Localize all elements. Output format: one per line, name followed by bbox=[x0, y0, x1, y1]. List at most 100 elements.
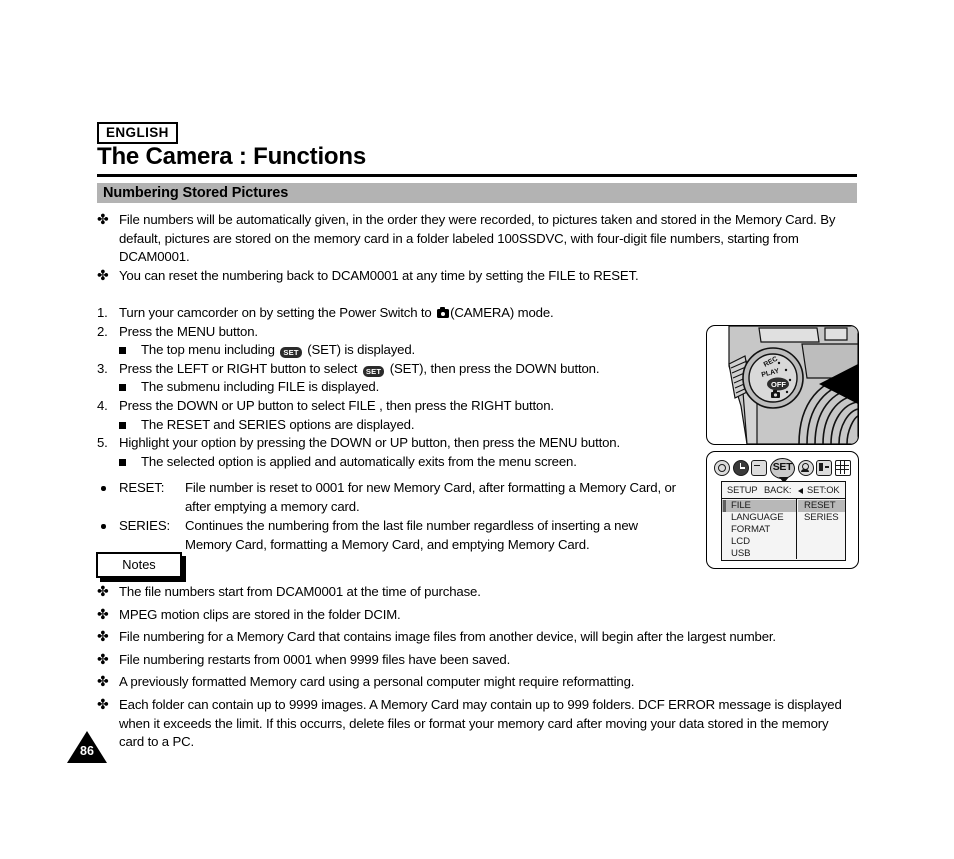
step-5: 5. Highlight your option by pressing the… bbox=[97, 434, 697, 453]
osd-header-divider bbox=[722, 498, 845, 500]
sub-text-after: (SET) is displayed. bbox=[303, 342, 416, 358]
title-rule bbox=[97, 174, 857, 177]
square-bullet-icon bbox=[119, 384, 126, 392]
set-icon: SET bbox=[280, 347, 302, 359]
option-reset: RESET: File number is reset to 0001 for n… bbox=[97, 479, 797, 516]
flower-bullet-icon: ✤ bbox=[97, 583, 109, 599]
self-timer-icon bbox=[732, 460, 749, 476]
step-number: 1. bbox=[97, 305, 108, 320]
step-text: Press the LEFT or RIGHT button to select… bbox=[119, 360, 600, 377]
steps-list: 1. Turn your camcorder on by setting the… bbox=[97, 304, 697, 471]
osd-menu-panel: SETUP BACK: SET:OK FILE LANGUAGE FORMAT … bbox=[721, 481, 846, 561]
note-item: ✤ A previously formatted Memory card usi… bbox=[97, 673, 857, 692]
user-settings-icon bbox=[797, 460, 814, 476]
osd-item-reset[interactable]: RESET bbox=[798, 500, 845, 512]
flower-bullet-icon: ✤ bbox=[97, 628, 109, 645]
osd-menu-title: SETUP bbox=[727, 485, 758, 495]
note-item: ✤ Each folder can contain up to 9999 ima… bbox=[97, 696, 857, 752]
language-badge: ENGLISH bbox=[97, 122, 178, 144]
step-2-sub: The top menu including SET (SET) is disp… bbox=[97, 341, 697, 360]
step-number: 4. bbox=[97, 397, 108, 413]
list-item: ✤ You can reset the numbering back to DC… bbox=[97, 267, 857, 286]
sub-text: The RESET and SERIES options are display… bbox=[141, 416, 415, 432]
step-text-after: (SET), then press the DOWN button. bbox=[386, 360, 600, 376]
sub-text-before: The top menu including bbox=[141, 342, 279, 358]
osd-menu-header: SETUP BACK: SET:OK bbox=[722, 482, 845, 498]
osd-item-lcd[interactable]: LCD bbox=[722, 536, 796, 548]
step-number: 5. bbox=[97, 435, 108, 451]
illustration-power-switch: REC PLAY OFF bbox=[706, 325, 859, 445]
sub-text: The submenu including FILE is displayed. bbox=[141, 379, 380, 395]
playback-icon bbox=[751, 460, 768, 476]
section-header-label: Numbering Stored Pictures bbox=[103, 185, 289, 201]
camera-icon bbox=[437, 306, 450, 318]
page-title: The Camera : Functions bbox=[97, 143, 366, 170]
step-4-sub: The RESET and SERIES options are display… bbox=[97, 416, 697, 435]
step-text: Turn your camcorder on by setting the Po… bbox=[119, 305, 554, 320]
list-item: ✤ File numbers will be automatically giv… bbox=[97, 211, 857, 267]
osd-item-usb[interactable]: USB bbox=[722, 548, 796, 560]
flower-bullet-icon: ✤ bbox=[97, 211, 109, 227]
flower-bullet-icon: ✤ bbox=[97, 605, 109, 622]
manual-page: ENGLISH The Camera : Functions Numbering… bbox=[0, 0, 954, 859]
note-item: ✤ File numbering for a Memory Card that … bbox=[97, 628, 857, 647]
option-series: SERIES: Continues the numbering from the … bbox=[97, 517, 797, 554]
osd-left-column: FILE LANGUAGE FORMAT LCD USB bbox=[722, 500, 796, 560]
square-bullet-icon bbox=[119, 347, 126, 355]
display-icon bbox=[816, 460, 833, 476]
dot-bullet-icon bbox=[101, 486, 106, 491]
step-text-before: Turn your camcorder on by setting the Po… bbox=[119, 305, 436, 320]
note-item: ✤ File numbering restarts from 0001 when… bbox=[97, 651, 857, 670]
note-text: Each folder can contain up to 9999 image… bbox=[119, 696, 842, 750]
note-text: File numbering restarts from 0001 when 9… bbox=[119, 651, 511, 667]
dot-bullet-icon bbox=[101, 524, 106, 529]
illustration-osd-menu: SET SETUP BACK: SET:OK FILE LANGUAGE FOR… bbox=[706, 451, 859, 569]
set-icon-label: SET bbox=[772, 461, 793, 473]
note-text: File numbering for a Memory Card that co… bbox=[119, 629, 776, 645]
note-text: The file numbers start from DCAM0001 at … bbox=[119, 584, 481, 599]
note-item: ✤ MPEG motion clips are stored in the fo… bbox=[97, 606, 857, 625]
option-line1: File number is reset to 0001 for new Mem… bbox=[185, 480, 676, 495]
intro-bullet-text: You can reset the numbering back to DCAM… bbox=[119, 267, 639, 283]
option-list: RESET: File number is reset to 0001 for n… bbox=[97, 479, 797, 554]
step-5-sub: The selected option is applied and autom… bbox=[97, 453, 697, 472]
osd-column-divider bbox=[796, 499, 798, 559]
intro-bullet-list: ✤ File numbers will be automatically giv… bbox=[97, 211, 857, 285]
camcorder-diagram: REC PLAY OFF bbox=[728, 326, 858, 444]
osd-item-series[interactable]: SERIES bbox=[798, 512, 845, 524]
flower-bullet-icon: ✤ bbox=[97, 695, 109, 712]
note-text: A previously formatted Memory card using… bbox=[119, 674, 635, 690]
osd-item-language[interactable]: LANGUAGE bbox=[722, 512, 796, 524]
osd-item-file[interactable]: FILE bbox=[722, 500, 796, 512]
step-2: 2. Press the MENU button. bbox=[97, 323, 697, 342]
step-number: 2. bbox=[97, 323, 108, 339]
page-number: 86 bbox=[80, 744, 94, 758]
step-text-before: Press the LEFT or RIGHT button to select bbox=[119, 360, 361, 376]
osd-set-label: SET:OK bbox=[807, 485, 840, 495]
notes-box: Notes bbox=[96, 552, 182, 578]
step-3-sub: The submenu including FILE is displayed. bbox=[97, 378, 697, 397]
osd-right-column: RESET SERIES bbox=[798, 500, 845, 524]
osd-item-format[interactable]: FORMAT bbox=[722, 524, 796, 536]
sub-text: The selected option is applied and autom… bbox=[141, 453, 577, 469]
notes-title: Notes bbox=[122, 557, 156, 572]
step-text: Press the MENU button. bbox=[119, 323, 258, 339]
flower-bullet-icon: ✤ bbox=[97, 673, 109, 690]
option-line1: Continues the numbering from the last fi… bbox=[185, 518, 638, 534]
flower-bullet-icon: ✤ bbox=[97, 266, 109, 283]
option-label: RESET: bbox=[119, 480, 165, 495]
page-number-badge: 86 bbox=[67, 731, 107, 763]
step-text: Press the DOWN or UP button to select FI… bbox=[119, 397, 554, 413]
step-number: 3. bbox=[97, 360, 108, 376]
step-3: 3. Press the LEFT or RIGHT button to sel… bbox=[97, 360, 697, 379]
step-4: 4. Press the DOWN or UP button to select… bbox=[97, 397, 697, 416]
osd-back-label: BACK: bbox=[764, 485, 792, 495]
step-text-after: (CAMERA) mode. bbox=[450, 305, 554, 320]
option-line2: Memory Card, formatting a Memory Card, a… bbox=[185, 536, 590, 552]
note-text: MPEG motion clips are stored in the fold… bbox=[119, 606, 401, 622]
grid-icon bbox=[834, 460, 851, 476]
note-item: ✤ The file numbers start from DCAM0001 a… bbox=[97, 583, 857, 602]
svg-text:OFF: OFF bbox=[771, 380, 786, 389]
step-text: Highlight your option by pressing the DO… bbox=[119, 435, 620, 451]
step-1: 1. Turn your camcorder on by setting the… bbox=[97, 304, 697, 323]
